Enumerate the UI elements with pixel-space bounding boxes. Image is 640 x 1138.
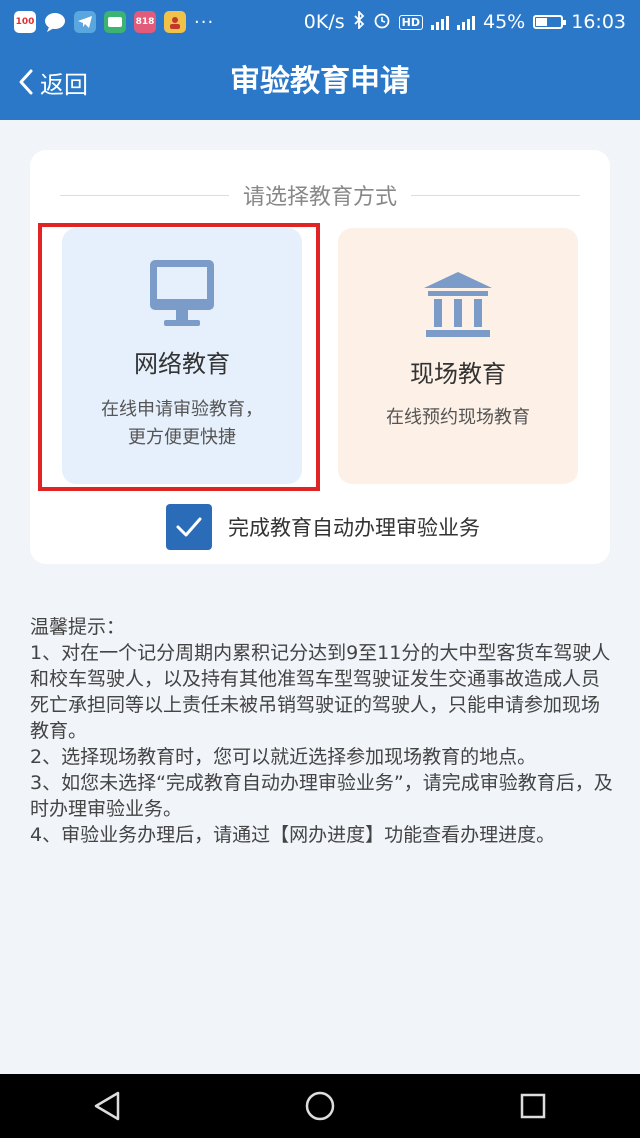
education-method-card: 请选择教育方式 网络教育 在线申请审验教育， 更方便更快捷 现场教育 在线预约现… — [30, 150, 610, 564]
tip-item-1: 1、对在一个记分周期内累积记分达到9至11分的大中型客货车驾驶人和校车驾驶人，以… — [30, 642, 611, 742]
onsite-education-desc: 在线预约现场教育 — [386, 407, 530, 428]
online-desc-line2: 更方便更快捷 — [128, 427, 236, 448]
battery-percent: 45% — [483, 11, 526, 33]
online-education-option[interactable]: 网络教育 在线申请审验教育， 更方便更快捷 — [62, 228, 302, 484]
nav-recents-button[interactable] — [503, 1076, 563, 1136]
alarm-icon — [373, 11, 391, 34]
page-title: 审验教育申请 — [230, 64, 410, 99]
back-button[interactable]: 返回 — [18, 44, 88, 120]
divider-right — [411, 194, 581, 196]
signal-2g-icon — [457, 14, 475, 30]
circle-home-icon — [305, 1091, 335, 1121]
online-education-title: 网络教育 — [134, 350, 230, 378]
divider-left — [60, 194, 229, 196]
square-recents-icon — [521, 1093, 546, 1119]
status-right: 0K/s HD 45% 16:03 — [303, 9, 626, 34]
signal-4g-icon — [431, 14, 449, 30]
clock: 16:03 — [571, 11, 626, 33]
onsite-education-option[interactable]: 现场教育 在线预约现场教育 — [338, 228, 578, 484]
tips-heading: 温馨提示： — [30, 616, 126, 638]
tip-item-2: 2、选择现场教育时，您可以就近选择参加现场教育的地点。 — [30, 746, 537, 768]
nav-home-button[interactable] — [290, 1076, 350, 1136]
wechat-icon — [104, 11, 126, 33]
bluetooth-icon — [353, 9, 365, 34]
triangle-back-icon — [94, 1091, 119, 1121]
auto-process-checkbox[interactable] — [166, 504, 212, 550]
app-100-icon: 100 — [14, 11, 36, 33]
online-desc-line1: 在线申请审验教育， — [101, 399, 263, 420]
nav-back-button[interactable] — [77, 1076, 137, 1136]
app-818-icon: 818 — [134, 11, 156, 33]
tip-item-3: 3、如您未选择“完成教育自动办理审验业务”，请完成审验教育后，及时办理审验业务。 — [30, 772, 613, 820]
computer-monitor-icon — [62, 258, 302, 328]
hd-badge: HD — [398, 14, 423, 30]
net-speed: 0K/s — [303, 11, 345, 33]
telegram-icon — [74, 11, 96, 33]
tip-item-4: 4、审验业务办理后，请通过【网办进度】功能查看办理进度。 — [30, 824, 556, 846]
back-label: 返回 — [40, 70, 88, 99]
status-left: 100 818 ··· — [14, 11, 214, 33]
status-bar: 100 818 ··· 0K/s HD 45% 16:03 — [0, 0, 640, 44]
checkmark-icon — [176, 517, 202, 537]
more-notifications: ··· — [194, 11, 215, 33]
nav-bar: 返回 审验教育申请 — [0, 44, 640, 120]
section-title-row: 请选择教育方式 — [60, 180, 581, 210]
battery-fill — [536, 18, 548, 26]
online-education-desc: 在线申请审验教育， 更方便更快捷 — [72, 396, 292, 452]
auto-process-checkbox-row[interactable]: 完成教育自动办理审验业务 — [166, 504, 480, 550]
user-avatar-icon — [164, 11, 186, 33]
tips-section: 温馨提示： 1、对在一个记分周期内累积记分达到9至11分的大中型客货车驾驶人和校… — [30, 614, 614, 848]
chevron-left-icon — [19, 69, 33, 95]
battery-icon — [533, 15, 567, 29]
chat-bubble-icon — [44, 11, 66, 33]
system-nav-bar — [0, 1074, 640, 1138]
onsite-education-title: 现场教育 — [410, 360, 506, 388]
auto-process-label: 完成教育自动办理审验业务 — [228, 516, 480, 540]
bank-building-icon — [338, 270, 578, 340]
section-title: 请选择教育方式 — [243, 185, 398, 210]
